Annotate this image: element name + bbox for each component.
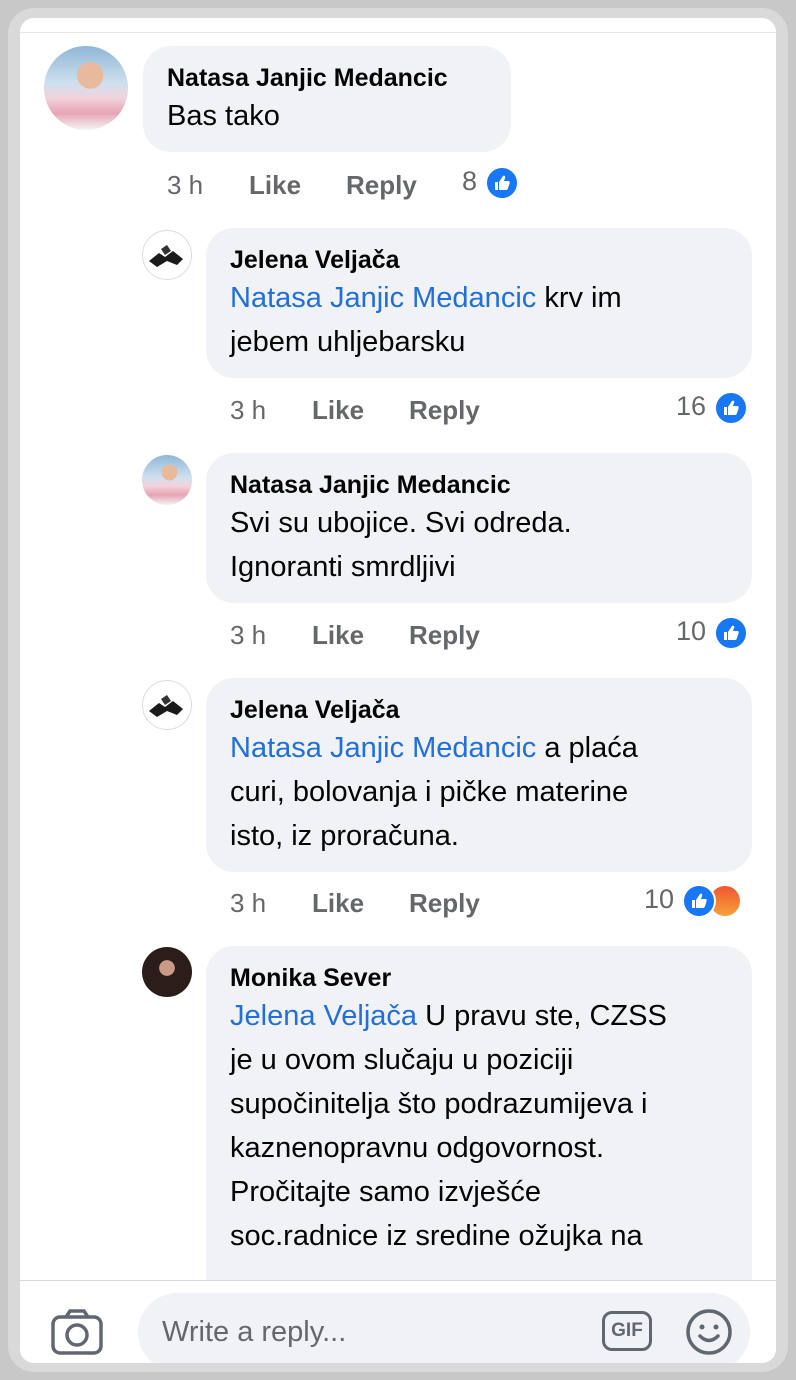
comment-text-part: soc.radnice iz sredine ožujka na: [230, 1220, 643, 1252]
comment-text: Jelena Veljača U pravu ste, CZSS je u ov…: [230, 994, 728, 1258]
like-icon: [713, 616, 748, 650]
reaction-count: 16: [676, 391, 707, 422]
comment-bubble: Jelena Veljača Natasa Janjic Medancic kr…: [206, 228, 752, 378]
comment-time[interactable]: 3 h: [230, 395, 266, 426]
reply-button[interactable]: Reply: [346, 170, 417, 201]
gif-icon[interactable]: GIF: [602, 1311, 652, 1351]
comment-text: Svi su ubojice. Svi odreda. Ignoranti sm…: [230, 501, 728, 589]
reaction-summary[interactable]: 10: [644, 884, 742, 918]
avatar[interactable]: [142, 947, 192, 997]
comment-bubble: Monika Sever Jelena Veljača U pravu ste,…: [206, 946, 752, 1306]
comment-time[interactable]: 3 h: [167, 170, 203, 201]
reaction-count: 8: [462, 166, 478, 197]
comment-text-part: jebem uhljebarsku: [230, 326, 466, 358]
like-icon: [484, 166, 519, 200]
comment-text-part: isto, iz proračuna.: [230, 820, 459, 852]
comment-text-part: supočinitelja što podrazumijeva i: [230, 1088, 648, 1120]
reaction-summary[interactable]: 8: [462, 166, 519, 200]
reply-composer: GIF: [20, 1280, 776, 1363]
mention-link[interactable]: Natasa Janjic Medancic: [230, 282, 536, 314]
reply-button[interactable]: Reply: [409, 888, 480, 919]
comment-thread: Natasa Janjic Medancic Bas tako 3 h Like…: [20, 18, 776, 1363]
comment-text-part: Pročitajte samo izvješće: [230, 1176, 542, 1208]
reaction-summary[interactable]: 16: [676, 391, 748, 425]
reply-button[interactable]: Reply: [409, 395, 480, 426]
divider: [20, 32, 776, 33]
camera-icon[interactable]: [50, 1307, 104, 1357]
comment-time[interactable]: 3 h: [230, 620, 266, 651]
like-button[interactable]: Like: [312, 888, 364, 919]
comment-text-part: krv im: [536, 282, 622, 314]
comment-author[interactable]: Jelena Veljača: [230, 244, 728, 276]
comment-bubble: Jelena Veljača Natasa Janjic Medancic a …: [206, 678, 752, 872]
like-icon: [713, 391, 748, 425]
reply-input[interactable]: [138, 1293, 750, 1363]
comment-text-part: Ignoranti smrdljivi: [230, 551, 456, 583]
comment-text-part: U pravu ste, CZSS: [417, 1000, 667, 1032]
comment-author[interactable]: Jelena Veljača: [230, 694, 728, 726]
reaction-count: 10: [676, 616, 707, 647]
comment-text-part: Svi su ubojice. Svi odreda.: [230, 507, 572, 539]
avatar[interactable]: [44, 46, 128, 130]
like-button[interactable]: Like: [312, 620, 364, 651]
comment-text: Natasa Janjic Medancic krv im jebem uhlj…: [230, 276, 728, 364]
emoji-icon[interactable]: [685, 1308, 733, 1356]
reaction-summary[interactable]: 10: [676, 616, 748, 650]
like-button[interactable]: Like: [312, 395, 364, 426]
comment-bubble: Natasa Janjic Medancic Svi su ubojice. S…: [206, 453, 752, 603]
comment-text: Bas tako: [167, 100, 280, 132]
avatar[interactable]: [142, 455, 192, 505]
mention-link[interactable]: Natasa Janjic Medancic: [230, 732, 536, 764]
comment-bubble: Natasa Janjic Medancic Bas tako: [143, 46, 511, 152]
mention-link[interactable]: Jelena Veljača: [230, 1000, 417, 1032]
avatar[interactable]: [142, 680, 192, 730]
comment-text: Natasa Janjic Medancic a plaća curi, bol…: [230, 726, 728, 858]
reply-button[interactable]: Reply: [409, 620, 480, 651]
avatar[interactable]: [142, 230, 192, 280]
comment-text-part: curi, bolovanja i pičke materine: [230, 776, 629, 808]
comment-text-part: a plaća: [536, 732, 638, 764]
comment-time[interactable]: 3 h: [230, 888, 266, 919]
reaction-count: 10: [644, 884, 675, 915]
comment-author[interactable]: Natasa Janjic Medancic: [167, 62, 487, 94]
like-button[interactable]: Like: [249, 170, 301, 201]
comment-author[interactable]: Monika Sever: [230, 962, 728, 994]
comment-text-part: je u ovom slučaju u poziciji: [230, 1044, 574, 1076]
like-icon: [681, 884, 716, 918]
comment-author[interactable]: Natasa Janjic Medancic: [230, 469, 728, 501]
comment-text-part: kaznenopravnu odgovornost.: [230, 1132, 605, 1164]
